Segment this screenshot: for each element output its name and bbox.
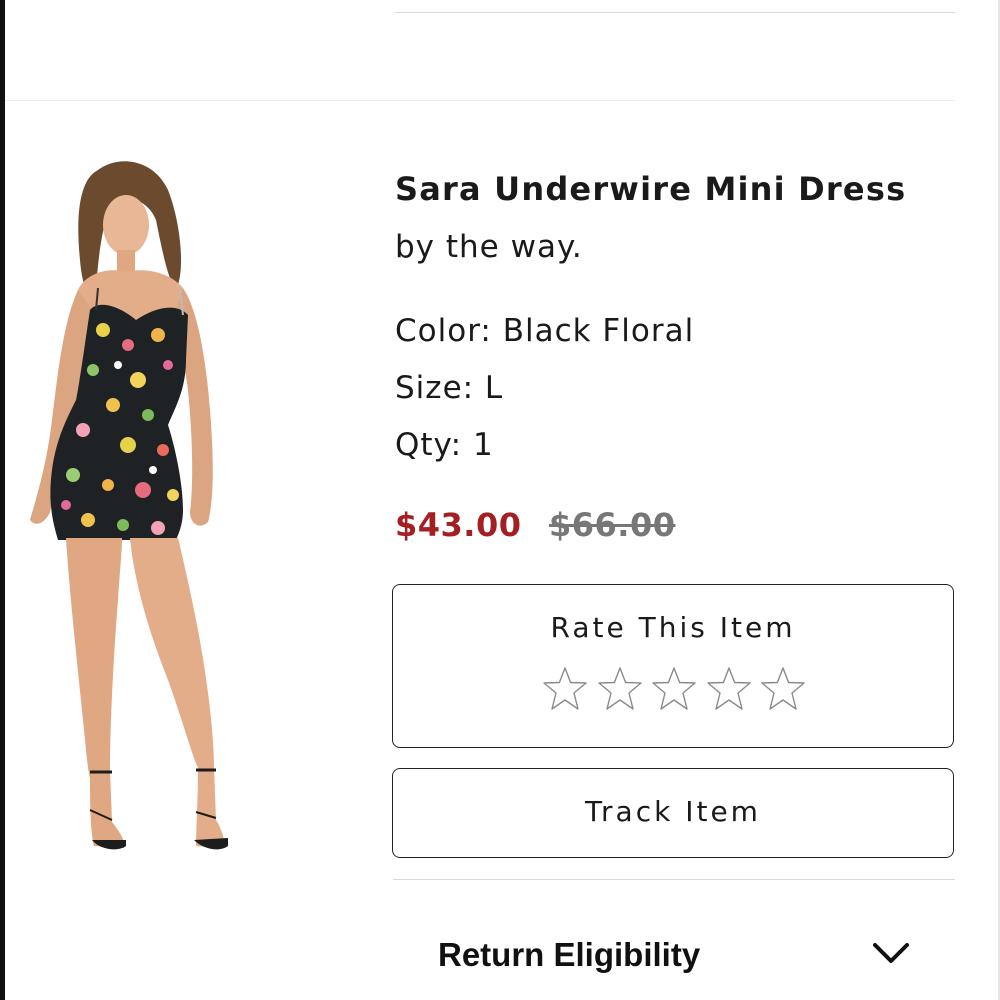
- product-quantity: Qty: 1: [395, 427, 494, 463]
- bottom-divider: [393, 879, 955, 880]
- product-size: Size: L: [395, 370, 504, 406]
- track-item-button[interactable]: Track Item: [392, 768, 954, 858]
- chevron-down-icon[interactable]: [871, 940, 911, 968]
- brand-name: by the way.: [395, 229, 583, 265]
- top-divider: [395, 12, 955, 13]
- order-item-screen: Sara Underwire Mini Dress by the way. Co…: [0, 0, 1000, 1000]
- rate-item-title: Rate This Item: [550, 611, 796, 644]
- left-edge-border: [0, 0, 5, 1000]
- return-eligibility-toggle[interactable]: Return Eligibility: [393, 900, 955, 1000]
- star-outline-icon[interactable]: [650, 665, 698, 713]
- section-divider: [5, 100, 955, 101]
- star-outline-icon[interactable]: [759, 665, 807, 713]
- product-color: Color: Black Floral: [395, 313, 695, 349]
- original-price: $66.00: [549, 506, 676, 544]
- star-rating: [541, 665, 807, 715]
- rate-item-card: Rate This Item: [392, 584, 954, 748]
- star-outline-icon[interactable]: [705, 665, 753, 713]
- track-item-label: Track Item: [585, 795, 761, 828]
- star-outline-icon[interactable]: [541, 665, 589, 713]
- product-image[interactable]: [18, 150, 236, 865]
- return-eligibility-label: Return Eligibility: [438, 936, 701, 973]
- product-name[interactable]: Sara Underwire Mini Dress: [395, 170, 906, 208]
- star-outline-icon[interactable]: [596, 665, 644, 713]
- sale-price: $43.00: [395, 506, 522, 544]
